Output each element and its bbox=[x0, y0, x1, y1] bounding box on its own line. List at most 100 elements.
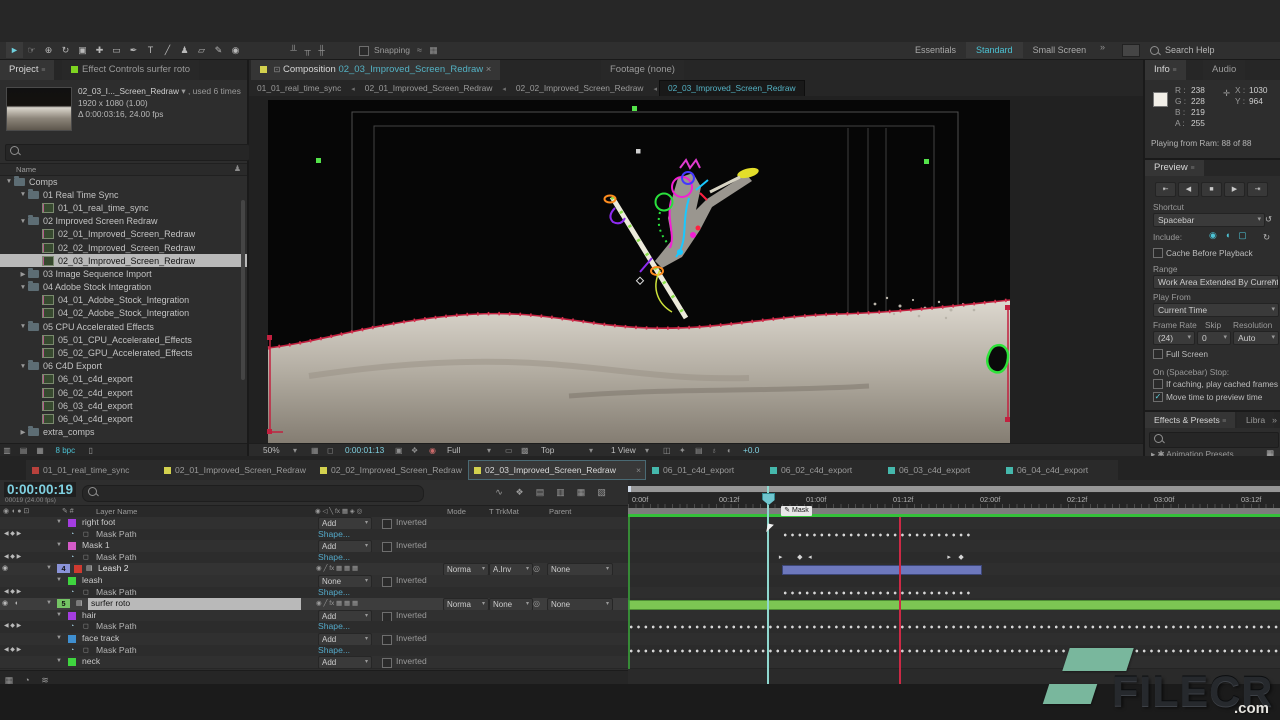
expander-arrow-icon[interactable]: ▼ bbox=[56, 633, 62, 645]
full-screen-checkbox[interactable] bbox=[1153, 349, 1163, 359]
graph-editor-icon[interactable]: ▧ bbox=[593, 483, 611, 501]
type-tool[interactable]: T bbox=[142, 42, 159, 58]
clone-stamp-tool[interactable]: ♟ bbox=[176, 42, 193, 58]
tree-item[interactable]: ▼06 C4D Export bbox=[0, 360, 247, 373]
snapping-option-icon-0[interactable]: ≈ bbox=[412, 42, 426, 58]
tab-preview[interactable]: Preview ≡ bbox=[1145, 160, 1204, 176]
mask-name[interactable]: right foot bbox=[82, 517, 115, 529]
mask-color-swatch[interactable] bbox=[68, 519, 76, 527]
stopwatch-icon[interactable]: ◔ bbox=[70, 645, 74, 657]
property-value[interactable]: Shape... bbox=[318, 645, 350, 657]
expander-arrow-icon[interactable]: ▼ bbox=[4, 178, 14, 185]
inverted-checkbox[interactable] bbox=[382, 542, 392, 552]
tree-item[interactable]: ▼05 CPU Accelerated Effects bbox=[0, 320, 247, 333]
panel-overflow-chevron[interactable]: » bbox=[1272, 412, 1277, 428]
expander-arrow-icon[interactable]: ▼ bbox=[18, 218, 28, 225]
expander-arrow-icon[interactable]: ▼ bbox=[18, 191, 28, 198]
tab-libraries[interactable]: Libra bbox=[1237, 412, 1274, 428]
mask-name[interactable]: Mask 1 bbox=[82, 540, 110, 552]
mask-color-swatch[interactable] bbox=[68, 635, 76, 643]
keyframe-navigator[interactable]: ◀ ◆ ▶ bbox=[4, 529, 40, 541]
align-icon-2[interactable]: ╫ bbox=[315, 42, 329, 58]
hand-tool[interactable]: ☞ bbox=[23, 42, 40, 58]
shortcut-dropdown[interactable]: Spacebar ▾ bbox=[1153, 213, 1265, 227]
keyframes-dotted[interactable] bbox=[628, 647, 1280, 655]
rotation-tool[interactable]: ↻ bbox=[57, 42, 74, 58]
inverted-checkbox[interactable] bbox=[382, 519, 392, 529]
shape-tool[interactable]: ▭ bbox=[108, 42, 125, 58]
keyframe-marker[interactable]: ◆ bbox=[958, 552, 963, 563]
mask-name[interactable]: leash bbox=[82, 575, 103, 587]
panel-menu-icon[interactable]: ≡ bbox=[41, 67, 45, 74]
tree-item[interactable]: 02_03_Improved_Screen_Redraw bbox=[0, 254, 247, 267]
brush-tool[interactable]: ╱ bbox=[159, 42, 176, 58]
loop-icon[interactable]: ↻ bbox=[1263, 232, 1270, 242]
current-timecode[interactable]: 0:00:00:19 bbox=[4, 482, 76, 497]
mask-name[interactable]: neck bbox=[82, 656, 100, 668]
tab-audio[interactable]: Audio bbox=[1203, 60, 1245, 80]
keyframe-navigator[interactable]: ◀ ◆ ▶ bbox=[4, 587, 40, 599]
layer-switch-icons[interactable]: ◉ ╱ fx ▦ ▦ ▦ bbox=[316, 563, 358, 575]
last-frame-button[interactable]: ⇥ bbox=[1247, 182, 1268, 197]
expander-arrow-icon[interactable]: ▼ bbox=[56, 610, 62, 622]
align-icon-0[interactable]: ╨ bbox=[287, 42, 301, 58]
cache-checkbox[interactable] bbox=[1153, 248, 1163, 258]
breadcrumb-comp-2[interactable]: 02_02_Improved_Screen_Redraw bbox=[508, 81, 652, 96]
search-help-label[interactable]: Search Help bbox=[1165, 42, 1215, 58]
property-name[interactable]: Mask Path bbox=[96, 645, 137, 657]
expander-arrow-icon[interactable]: ▶ bbox=[18, 428, 28, 436]
expander-arrow-icon[interactable]: ▶ bbox=[18, 270, 28, 278]
play-cached-checkbox[interactable] bbox=[1153, 379, 1163, 389]
expander-arrow-icon[interactable]: ▼ bbox=[56, 517, 62, 529]
breadcrumb-comp-0[interactable]: 01_01_real_time_sync bbox=[249, 81, 349, 96]
keyframe-marker[interactable]: ▸ bbox=[779, 552, 783, 563]
effects-search-input[interactable] bbox=[1149, 432, 1279, 448]
pan-behind-tool[interactable]: ✚ bbox=[91, 42, 108, 58]
expander-arrow-icon[interactable]: ▼ bbox=[56, 540, 62, 552]
stopwatch-icon[interactable]: ◔ bbox=[70, 529, 74, 541]
stop-button[interactable]: ■ bbox=[1201, 182, 1222, 197]
frame-rate-dropdown[interactable]: (24) ▾ bbox=[1153, 331, 1195, 345]
play-from-dropdown[interactable]: Current Time ▾ bbox=[1153, 303, 1279, 317]
tree-item[interactable]: 01_01_real_time_sync bbox=[0, 201, 247, 214]
expander-arrow-icon[interactable]: ▼ bbox=[18, 323, 28, 330]
tree-item[interactable]: ▼01 Real Time Sync bbox=[0, 188, 247, 201]
tab-effect-controls[interactable]: Effect Controls surfer roto bbox=[62, 60, 199, 80]
current-time-indicator-line[interactable] bbox=[767, 486, 769, 684]
tab-footage[interactable]: Footage (none) bbox=[601, 60, 684, 80]
roto-brush-tool[interactable]: ✎ bbox=[210, 42, 227, 58]
stopwatch-icon[interactable]: ◔ bbox=[70, 587, 74, 599]
mask-color-swatch[interactable] bbox=[68, 577, 76, 585]
pen-tool[interactable]: ✒ bbox=[125, 42, 142, 58]
tree-item[interactable]: 02_02_Improved_Screen_Redraw bbox=[0, 241, 247, 254]
property-name[interactable]: Mask Path bbox=[96, 621, 137, 633]
tree-item[interactable]: ▼Comps bbox=[0, 175, 247, 188]
workspace-small-screen[interactable]: Small Screen bbox=[1023, 42, 1097, 58]
tab-effects-presets[interactable]: Effects & Presets ≡ bbox=[1145, 412, 1235, 428]
timeline-tab-4[interactable]: 06_01_c4d_export bbox=[646, 460, 766, 480]
mask-name[interactable]: hair bbox=[82, 610, 96, 622]
layer-number[interactable]: 4 bbox=[57, 564, 70, 573]
tree-item[interactable]: 04_01_Adobe_Stock_Integration bbox=[0, 294, 247, 307]
inverted-checkbox[interactable] bbox=[382, 612, 392, 622]
include-overlays-icon[interactable]: ▢ bbox=[1238, 230, 1247, 240]
property-value[interactable]: Shape... bbox=[318, 529, 350, 541]
tree-item[interactable]: 05_02_GPU_Accelerated_Effects bbox=[0, 346, 247, 359]
frame-blending-icon[interactable]: ▥ bbox=[552, 483, 570, 501]
inverted-checkbox[interactable] bbox=[382, 577, 392, 587]
tree-item[interactable]: 06_04_c4d_export bbox=[0, 412, 247, 425]
tree-item[interactable]: 04_02_Adobe_Stock_Integration bbox=[0, 307, 247, 320]
tree-item[interactable]: 06_02_c4d_export bbox=[0, 386, 247, 399]
composition-viewer[interactable] bbox=[249, 96, 1143, 443]
mask-color-swatch[interactable] bbox=[68, 612, 76, 620]
layer-name[interactable]: Leash 2 bbox=[98, 563, 308, 575]
preview-menu-icon[interactable]: ≡ bbox=[1190, 165, 1194, 172]
layer-name[interactable]: surfer roto bbox=[88, 598, 301, 610]
skip-dropdown[interactable]: 0 ▾ bbox=[1197, 331, 1231, 345]
first-frame-button[interactable]: ⇤ bbox=[1155, 182, 1176, 197]
inverted-checkbox[interactable] bbox=[382, 658, 392, 668]
timeline-tab-7[interactable]: 06_04_c4d_export bbox=[1000, 460, 1118, 480]
timeline-tab-5[interactable]: 06_02_c4d_export bbox=[764, 460, 884, 480]
project-scrollbar[interactable] bbox=[241, 200, 245, 380]
workspace-overflow-chevron[interactable]: » bbox=[1100, 42, 1105, 52]
